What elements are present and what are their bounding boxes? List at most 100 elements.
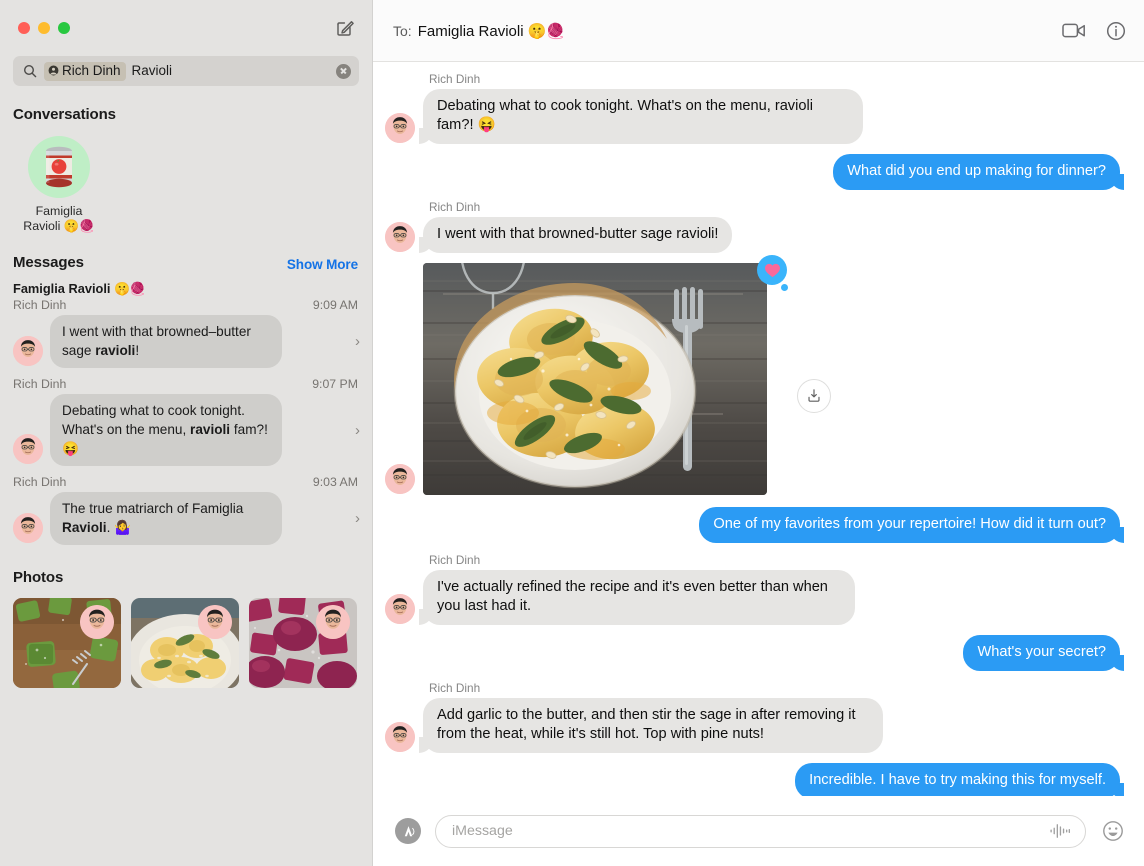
messages-header: Messages — [13, 254, 84, 271]
list-item[interactable]: Rich Dinh 9:03 AM The true matriarch of … — [0, 474, 372, 547]
compose-icon[interactable] — [332, 15, 358, 41]
message-bubble[interactable]: Debating what to cook tonight. What's on… — [419, 89, 863, 144]
avatar — [385, 222, 415, 252]
conversation-item-label: Famiglia Ravioli 🤫🧶 — [23, 204, 95, 233]
conversations-list: Famiglia Ravioli 🤫🧶 — [0, 123, 372, 234]
chevron-right-icon[interactable]: › — [355, 510, 364, 527]
message-row-incoming: Rich Dinh I went with that browned-butte… — [385, 200, 1120, 253]
message-bubble[interactable]: What's your secret? — [963, 635, 1124, 671]
chevron-right-icon[interactable]: › — [355, 422, 364, 439]
result-conversation-title: Famiglia Ravioli 🤫🧶 — [13, 281, 146, 296]
message-bubble[interactable]: I've actually refined the recipe and it'… — [419, 570, 855, 625]
list-item[interactable]: Rich Dinh 9:07 PM Debating what to cook … — [0, 376, 372, 468]
close-button[interactable] — [18, 22, 30, 34]
message-thread[interactable]: Rich Dinh Debating what to cook tonight.… — [373, 62, 1144, 796]
messages-section-header-row: Messages Show More — [0, 234, 372, 272]
search-token-contact[interactable]: Rich Dinh — [44, 61, 126, 81]
avatar — [80, 605, 114, 639]
avatar — [13, 513, 43, 543]
avatar — [13, 434, 43, 464]
message-bubble[interactable]: Add garlic to the butter, and then stir … — [419, 698, 883, 753]
result-body: The true matriarch of Famiglia Ravioli. … — [0, 490, 372, 545]
message-row-incoming: Rich Dinh Debating what to cook tonight.… — [385, 72, 1120, 144]
message-row-outgoing: What's your secret? — [385, 635, 1124, 671]
video-camera-icon[interactable] — [1062, 22, 1086, 39]
conversation-pane: To: Famiglia Ravioli 🤫🧶 Rich Dinh Debati… — [372, 0, 1144, 866]
message-row-incoming: Rich Dinh I've actually refined the reci… — [385, 553, 1120, 625]
minimize-button[interactable] — [38, 22, 50, 34]
avatar — [385, 594, 415, 624]
message-input-placeholder: iMessage — [452, 823, 513, 839]
conversations-header: Conversations — [13, 106, 116, 123]
message-bubble[interactable]: Incredible. I have to try making this fo… — [795, 763, 1124, 796]
result-snippet: The true matriarch of Famiglia Ravioli. … — [50, 492, 282, 545]
result-meta: Rich Dinh 9:09 AM — [0, 297, 372, 313]
message-bubble[interactable]: One of my favorites from your repertoire… — [699, 507, 1124, 543]
photo-thumbnail-green-ravioli[interactable] — [13, 598, 121, 688]
sidebar: Rich Dinh Ravioli Conversations Famiglia… — [0, 0, 372, 866]
conversation-item-famiglia-ravioli[interactable]: Famiglia Ravioli 🤫🧶 — [13, 136, 105, 234]
result-sender: Rich Dinh — [13, 298, 67, 312]
result-sender: Rich Dinh — [13, 377, 67, 391]
photo-thumbnail-beet-ravioli[interactable] — [249, 598, 357, 688]
message-input[interactable]: iMessage — [435, 814, 1086, 848]
result-time: 9:09 AM — [312, 298, 358, 312]
to-label: To: — [393, 22, 412, 39]
message-sender: Rich Dinh — [429, 553, 481, 567]
search-query-text: Ravioli — [131, 63, 173, 78]
photos-header: Photos — [13, 569, 64, 586]
window-controls — [18, 22, 70, 34]
message-results-list: Famiglia Ravioli 🤫🧶 Rich Dinh 9:09 AM I … — [0, 271, 372, 547]
avatar — [385, 113, 415, 143]
result-time: 9:03 AM — [312, 475, 358, 489]
avatar — [13, 336, 43, 366]
message-bubble[interactable]: What did you end up making for dinner? — [833, 154, 1124, 190]
result-meta: Rich Dinh 9:03 AM — [0, 474, 372, 490]
zoom-button[interactable] — [58, 22, 70, 34]
contact-icon — [48, 65, 59, 76]
result-snippet: I went with that browned–butter sage rav… — [50, 315, 282, 368]
result-sender: Rich Dinh — [13, 475, 67, 489]
message-bubble[interactable]: I went with that browned-butter sage rav… — [418, 217, 733, 253]
recipient-name: Famiglia Ravioli 🤫🧶 — [417, 22, 566, 40]
search-token-label: Rich Dinh — [62, 62, 121, 78]
chevron-right-icon[interactable]: › — [355, 333, 364, 350]
photo-thumbnail-sage-ravioli[interactable] — [131, 598, 239, 688]
search-icon — [22, 64, 38, 78]
emoji-smiley-icon[interactable] — [1100, 818, 1126, 844]
message-row-outgoing: Incredible. I have to try making this fo… — [385, 763, 1124, 796]
search-bar-container: Rich Dinh Ravioli — [0, 56, 372, 86]
message-sender: Rich Dinh — [429, 200, 481, 214]
show-more-link[interactable]: Show More — [287, 257, 358, 272]
avatar — [385, 722, 415, 752]
message-sender: Rich Dinh — [429, 681, 481, 695]
avatar — [385, 464, 415, 494]
message-row-outgoing: One of my favorites from your repertoire… — [385, 507, 1124, 543]
download-icon[interactable] — [797, 379, 831, 413]
result-body: I went with that browned–butter sage rav… — [0, 313, 372, 368]
photos-list — [0, 586, 372, 688]
info-icon[interactable] — [1106, 21, 1126, 41]
clear-icon[interactable] — [336, 63, 351, 79]
message-row-incoming: Rich Dinh Add garlic to the butter, and … — [385, 681, 1120, 753]
sidebar-titlebar — [0, 0, 372, 56]
message-sender: Rich Dinh — [429, 72, 481, 86]
message-row-attachment — [385, 255, 1120, 495]
search-input[interactable]: Rich Dinh Ravioli — [13, 56, 359, 86]
result-snippet: Debating what to cook tonight. What's on… — [50, 394, 282, 466]
tapback-heart-reaction[interactable] — [757, 255, 788, 291]
result-body: Debating what to cook tonight. What's on… — [0, 392, 372, 466]
message-image-attachment[interactable] — [423, 263, 767, 495]
conversation-header: To: Famiglia Ravioli 🤫🧶 — [373, 0, 1144, 62]
list-item[interactable]: Famiglia Ravioli 🤫🧶 Rich Dinh 9:09 AM I … — [0, 281, 372, 370]
message-row-outgoing: What did you end up making for dinner? — [385, 154, 1124, 190]
tomato-can-icon — [28, 136, 90, 198]
result-meta: Rich Dinh 9:07 PM — [0, 376, 372, 392]
header-actions — [1062, 21, 1126, 41]
message-composer: iMessage — [373, 796, 1144, 866]
result-time: 9:07 PM — [312, 377, 358, 391]
app-store-icon[interactable] — [395, 818, 421, 844]
avatar — [316, 605, 350, 639]
avatar — [198, 605, 232, 639]
audio-waveform-icon[interactable] — [1049, 823, 1071, 839]
